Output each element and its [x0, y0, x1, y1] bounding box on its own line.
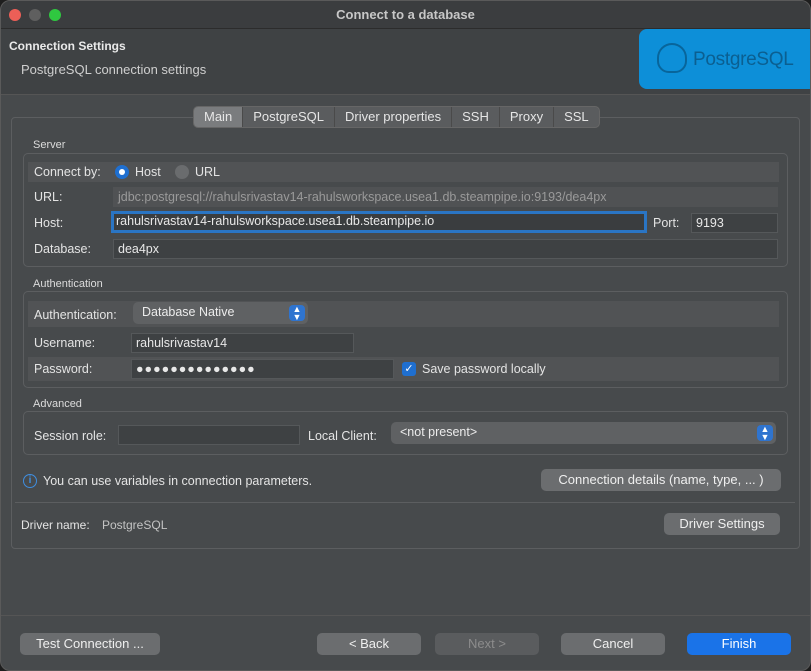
username-label: Username: [34, 336, 96, 350]
host-radio[interactable] [115, 165, 129, 179]
elephant-icon [657, 43, 687, 73]
info-icon: i [23, 474, 37, 488]
password-input[interactable]: ●●●●●●●●●●●●●● [131, 359, 394, 379]
driver-name-value: PostgreSQL [102, 518, 168, 532]
tab-postgresql[interactable]: PostgreSQL [243, 107, 336, 127]
authentication-label: Authentication: [34, 308, 117, 322]
server-group-label: Server [33, 139, 66, 151]
port-label: Port: [653, 216, 680, 230]
header-title: Connection Settings [9, 39, 126, 53]
footer-divider [1, 615, 810, 616]
back-button[interactable]: < Back [317, 633, 421, 655]
next-button[interactable]: Next > [435, 633, 539, 655]
chevron-updown-icon: ▲ ▼ [757, 425, 773, 442]
window-title: Connect to a database [336, 7, 475, 22]
tab-bar: Main PostgreSQL Driver properties SSH Pr… [193, 106, 600, 128]
finish-button[interactable]: Finish [687, 633, 791, 655]
url-radio-label[interactable]: URL [195, 165, 220, 179]
session-role-label: Session role: [34, 429, 107, 443]
chevron-updown-icon: ▲ ▼ [289, 305, 305, 322]
title-bar: Connect to a database [1, 1, 810, 29]
local-client-select[interactable]: <not present> ▲ ▼ [391, 422, 776, 444]
host-radio-label[interactable]: Host [135, 165, 161, 179]
authentication-select[interactable]: Database Native ▲ ▼ [133, 302, 308, 324]
driver-name-label: Driver name: [21, 518, 90, 532]
header-subtitle: PostgreSQL connection settings [21, 62, 207, 77]
tab-main[interactable]: Main [194, 107, 244, 127]
authentication-select-value: Database Native [142, 305, 235, 319]
auth-group-label: Authentication [33, 278, 103, 290]
save-password-label[interactable]: Save password locally [422, 362, 546, 376]
tab-driver-properties[interactable]: Driver properties [335, 107, 453, 127]
local-client-select-value: <not present> [400, 425, 478, 439]
connection-details-button[interactable]: Connection details (name, type, ... ) [541, 469, 781, 491]
dialog-window: Connect to a database Connection Setting… [0, 0, 811, 671]
driver-settings-button[interactable]: Driver Settings [664, 513, 780, 535]
tab-ssl[interactable]: SSL [554, 107, 599, 127]
save-password-checkbox[interactable]: ✓ [402, 362, 416, 376]
tab-proxy[interactable]: Proxy [500, 107, 555, 127]
local-client-label: Local Client: [308, 429, 377, 443]
database-input[interactable]: dea4px [113, 239, 778, 259]
database-label: Database: [34, 242, 91, 256]
postgresql-logo: PostgreSQL [639, 29, 810, 89]
url-label: URL: [34, 190, 63, 204]
connect-by-label: Connect by: [34, 165, 101, 179]
url-field: jdbc:postgresql://rahulsrivastav14-rahul… [113, 187, 778, 207]
advanced-group-label: Advanced [33, 398, 82, 410]
host-input[interactable]: rahulsrivastav14-rahulsworkspace.usea1.d… [111, 211, 647, 233]
session-role-input[interactable] [118, 425, 300, 445]
username-input[interactable]: rahulsrivastav14 [131, 333, 354, 353]
logo-text: PostgreSQL [693, 49, 794, 70]
password-label: Password: [34, 362, 93, 376]
variables-info-text: You can use variables in connection para… [43, 474, 313, 488]
url-radio[interactable] [175, 165, 189, 179]
test-connection-button[interactable]: Test Connection ... [20, 633, 160, 655]
port-input[interactable]: 9193 [691, 213, 778, 233]
tab-ssh[interactable]: SSH [452, 107, 500, 127]
separator [15, 502, 795, 503]
host-label: Host: [34, 216, 64, 230]
cancel-button[interactable]: Cancel [561, 633, 665, 655]
